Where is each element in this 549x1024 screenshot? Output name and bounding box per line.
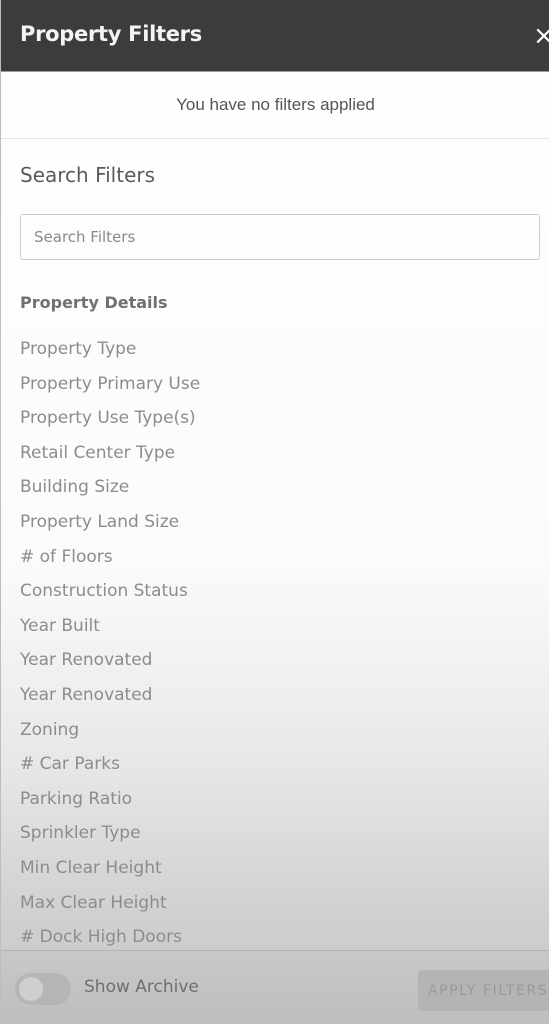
panel-title: Property Filters [20,22,202,46]
filter-item-property-land-size[interactable]: Property Land Size [20,510,200,545]
toggle-knob [19,977,43,1001]
search-filters-input[interactable] [20,214,540,260]
filter-item-zoning[interactable]: Zoning [20,718,200,753]
filter-item-retail-center-type[interactable]: Retail Center Type [20,441,200,476]
filter-item-car-parks[interactable]: # Car Parks [20,752,200,787]
filter-item-property-primary-use[interactable]: Property Primary Use [20,372,200,407]
no-filters-message: You have no filters applied [176,95,375,114]
filter-item-max-clear-height[interactable]: Max Clear Height [20,891,200,926]
show-archive-toggle[interactable] [15,973,71,1005]
filter-item-min-clear-height[interactable]: Min Clear Height [20,856,200,891]
filter-item-building-size[interactable]: Building Size [20,475,200,510]
filter-list: Property Type Property Primary Use Prope… [20,337,200,960]
group-title-property-details: Property Details [20,293,168,312]
filter-item-year-renovated[interactable]: Year Renovated [20,648,200,683]
apply-filters-button[interactable]: APPLY FILTERS [418,970,549,1011]
filter-item-year-built[interactable]: Year Built [20,614,200,649]
filter-item-parking-ratio[interactable]: Parking Ratio [20,787,200,822]
close-icon[interactable]: × [533,20,549,52]
property-filters-panel: Property Filters × You have no filters a… [0,0,549,1024]
filter-item-number-of-floors[interactable]: # of Floors [20,545,200,580]
search-filters-heading: Search Filters [20,163,156,187]
filter-item-construction-status[interactable]: Construction Status [20,579,200,614]
panel-header: Property Filters × [1,0,549,72]
filter-item-sprinkler-type[interactable]: Sprinkler Type [20,821,200,856]
filter-item-property-use-types[interactable]: Property Use Type(s) [20,406,200,441]
panel-footer: Show Archive APPLY FILTERS [1,950,549,1024]
filter-item-property-type[interactable]: Property Type [20,337,200,372]
filter-item-year-renovated-2[interactable]: Year Renovated [20,683,200,718]
show-archive-label: Show Archive [84,977,199,997]
applied-filters-status: You have no filters applied [1,72,549,139]
